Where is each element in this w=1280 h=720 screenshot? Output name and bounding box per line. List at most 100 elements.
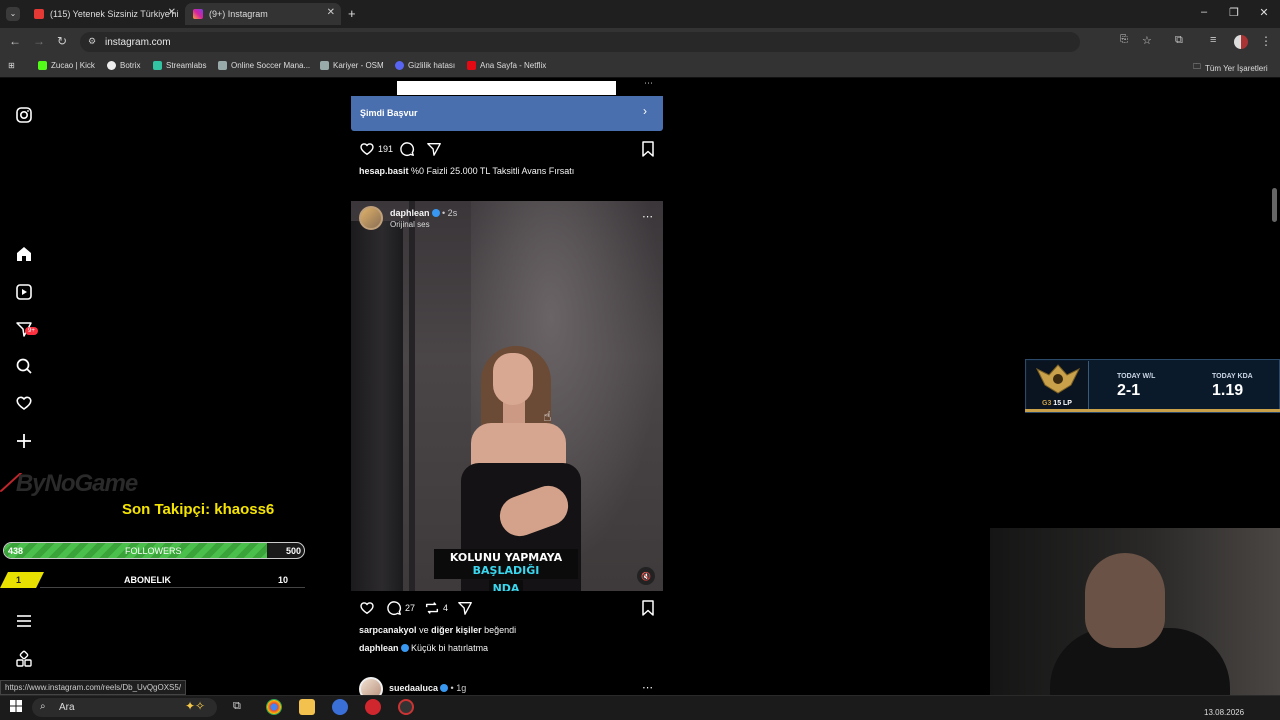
followers-current: 438 — [8, 546, 24, 556]
subs-label: ABONELIK — [124, 575, 171, 585]
post-like-icon[interactable] — [359, 600, 375, 615]
more-menu-icon[interactable] — [15, 612, 33, 630]
close-window-icon[interactable]: ✕ — [1257, 6, 1271, 19]
bookmark-gizlilik[interactable]: Gizlilik hatası — [395, 61, 455, 70]
next-post-author[interactable]: suedaaluca — [389, 683, 438, 693]
task-view-icon[interactable]: ⧉ — [233, 700, 241, 713]
address-bar[interactable] — [80, 32, 1080, 52]
bookmark-streamlabs[interactable]: Streamlabs — [153, 61, 206, 70]
post-author[interactable]: daphlean — [390, 208, 430, 218]
verified-icon — [431, 209, 440, 217]
search-icon[interactable] — [15, 357, 33, 375]
minimize-icon[interactable]: – — [1197, 6, 1211, 18]
create-post-icon[interactable] — [15, 432, 33, 450]
bookmark-kariyer[interactable]: Kariyer - OSM — [320, 61, 384, 70]
tab-youtube[interactable]: (115) Yetenek Sizsiniz Türkiye'ni ✕ — [26, 3, 182, 25]
instagram-favicon-icon — [193, 9, 203, 19]
file-explorer-icon[interactable] — [299, 699, 315, 715]
followers-goal: 500 — [286, 546, 302, 556]
reading-list-icon[interactable]: ≡ — [1210, 34, 1216, 46]
notification-badge: 9+ — [25, 327, 38, 335]
url-text: instagram.com — [105, 37, 171, 48]
back-icon[interactable]: ← — [9, 34, 21, 48]
post-save-icon[interactable] — [641, 600, 655, 616]
ad-media[interactable] — [397, 81, 616, 95]
mouse-cursor-icon: ☝ — [543, 408, 552, 424]
taskbar-search-placeholder: Ara — [59, 702, 75, 713]
copilot-sparkle-icon[interactable]: ✦✧ — [185, 699, 205, 713]
extensions-icon[interactable]: ⧉ — [1175, 34, 1183, 47]
post-repost-icon[interactable] — [424, 600, 440, 616]
page-scrollbar[interactable] — [1272, 188, 1277, 222]
bookmark-label: Ana Sayfa - Netflix — [480, 61, 547, 70]
post-comment-icon[interactable] — [386, 600, 402, 616]
chrome-taskbar-icon[interactable] — [266, 699, 282, 715]
liked-by-joiner: ve — [419, 625, 429, 635]
avatar[interactable] — [359, 206, 383, 230]
ad-author[interactable]: hesap.basit — [359, 166, 409, 176]
ad-cta-label: Şimdi Başvur — [360, 108, 418, 118]
liked-by-user[interactable]: sarpcanakyol — [359, 625, 417, 635]
tab-search-button[interactable]: ⌄ — [6, 7, 20, 21]
liked-by-suffix: beğendi — [484, 625, 517, 635]
mute-icon[interactable]: 🔇 — [637, 567, 655, 585]
ad-more-icon[interactable]: ⋯ — [644, 78, 653, 89]
webcam-feed — [990, 528, 1280, 710]
liked-by-others[interactable]: diğer kişiler — [431, 625, 482, 635]
apps-grid-icon[interactable]: ⊞ — [8, 61, 15, 70]
reload-icon[interactable]: ↻ — [57, 34, 67, 48]
ad-share-icon[interactable] — [426, 141, 442, 157]
caption-text: KOLUNU YAPMAYA — [449, 551, 563, 564]
also-from-meta-icon[interactable] — [15, 650, 33, 668]
obs-taskbar-icon[interactable] — [398, 699, 414, 715]
brand-text: ByNoGame — [15, 470, 138, 497]
tab-instagram[interactable]: (9+) Instagram ✕ — [185, 3, 341, 25]
forward-icon[interactable]: → — [33, 34, 45, 48]
install-app-icon[interactable]: ⎘ — [1120, 34, 1128, 45]
app-taskbar-icon[interactable] — [365, 699, 381, 715]
streamer-head — [1085, 553, 1165, 648]
youtube-icon — [34, 9, 44, 19]
next-post-header: suedaaluca • 1g — [389, 683, 466, 693]
home-icon[interactable] — [15, 245, 33, 263]
rank-gold-strip — [1025, 409, 1280, 412]
app-taskbar-icon[interactable] — [332, 699, 348, 715]
bookmark-netflix[interactable]: Ana Sayfa - Netflix — [467, 61, 546, 70]
post-audio[interactable]: Orijinal ses — [390, 220, 430, 229]
close-tab-icon[interactable]: ✕ — [168, 7, 176, 18]
ad-caption-text: %0 Faizli 25.000 TL Taksitli Avans Fırsa… — [411, 166, 575, 176]
post-video[interactable]: KOLUNU YAPMAYA BAŞLADIĞI NDA 🔇 — [351, 201, 663, 591]
all-bookmarks[interactable]: 🗀 Tüm Yer İşaretleri — [1193, 61, 1268, 75]
post-more-icon[interactable]: ⋯ — [642, 210, 653, 223]
bookmark-zucao[interactable]: Zucao | Kick — [38, 61, 95, 70]
person-face — [493, 353, 533, 405]
post-share-icon[interactable] — [457, 600, 473, 616]
bookmark-label: Online Soccer Mana... — [231, 61, 311, 70]
windows-start-icon[interactable] — [10, 700, 22, 712]
ad-save-icon[interactable] — [641, 141, 655, 157]
close-tab-icon[interactable]: ✕ — [327, 7, 335, 18]
next-post-more-icon[interactable]: ⋯ — [642, 681, 653, 694]
subs-goal-line — [40, 587, 305, 588]
link-status-url: https://www.instagram.com/reels/Db_UvQgO… — [0, 680, 187, 695]
gym-machine — [351, 221, 403, 591]
new-tab-button[interactable]: + — [348, 6, 356, 21]
rank-tier: G3 15 LP — [1042, 400, 1072, 407]
reels-icon[interactable] — [15, 283, 33, 301]
next-post-time: • 1g — [450, 683, 467, 693]
ad-like-icon[interactable] — [359, 141, 375, 156]
wl-label: TODAY W/L — [1117, 373, 1156, 380]
last-follower-text: Son Takipçi: khaoss6 — [122, 501, 275, 518]
restore-icon[interactable]: ❐ — [1227, 6, 1241, 19]
site-info-icon[interactable]: ⚙ — [88, 36, 96, 47]
all-bookmarks-label: Tüm Yer İşaretleri — [1205, 63, 1268, 73]
menu-icon[interactable]: ⋮ — [1260, 34, 1272, 48]
ad-comment-icon[interactable] — [399, 141, 415, 157]
profile-avatar[interactable] — [1234, 35, 1248, 49]
bookmark-botrix[interactable]: Botrix — [107, 61, 140, 70]
caption-author[interactable]: daphlean — [359, 643, 399, 653]
bookmark-online-soccer[interactable]: Online Soccer Mana... — [218, 61, 310, 70]
heart-icon[interactable] — [15, 394, 33, 412]
instagram-logo-icon[interactable] — [15, 106, 33, 124]
bookmark-star-icon[interactable]: ☆ — [1142, 34, 1152, 47]
